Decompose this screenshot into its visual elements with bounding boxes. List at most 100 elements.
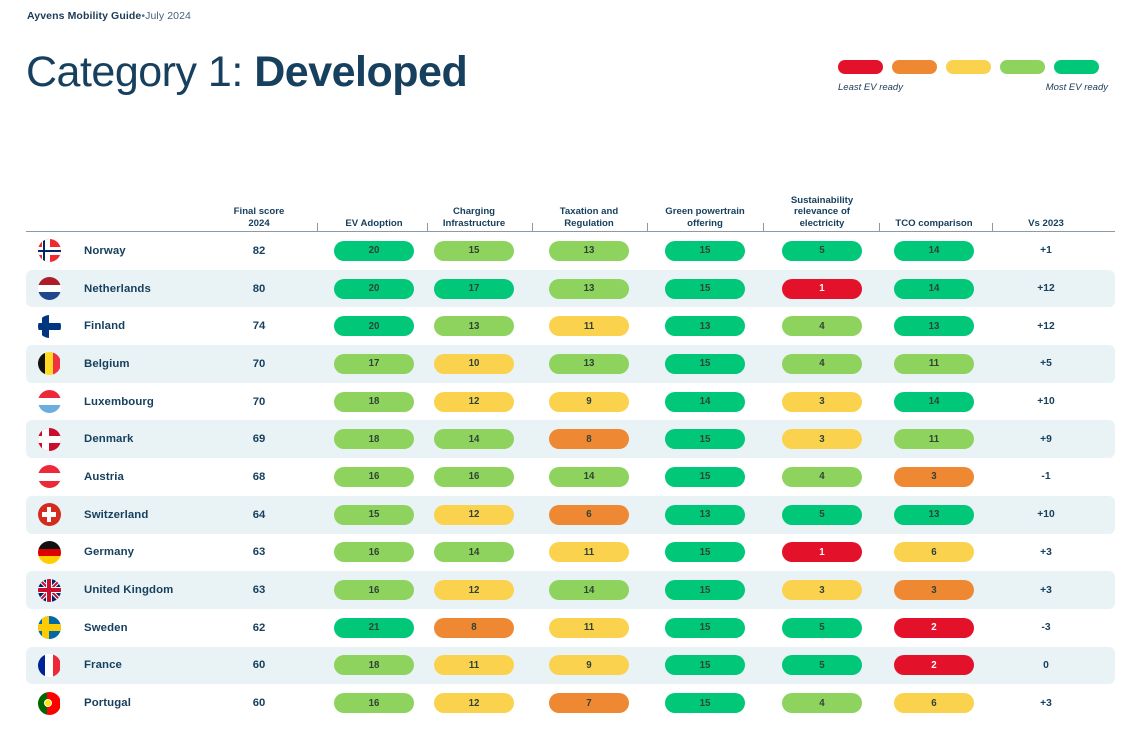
vs-2023-value: +10 (1037, 509, 1055, 521)
score-pill: 14 (549, 466, 629, 487)
score-cell-tco: 11 (884, 345, 984, 383)
table-row[interactable]: Sweden 62 21 8 11 15 5 2 -3 (26, 609, 1115, 647)
flag-band-mid (37, 548, 61, 557)
score-cell-green_powertrain: 13 (655, 307, 755, 345)
country-name: France (84, 659, 122, 672)
score-pill: 13 (549, 353, 629, 374)
score-pill: 15 (665, 580, 745, 601)
score-cell-charging: 12 (424, 383, 524, 421)
score-pill: 14 (894, 278, 974, 299)
score-pill: 4 (782, 316, 862, 337)
score-pill: 17 (334, 353, 414, 374)
score-pill: 13 (894, 316, 974, 337)
flag-icon-no (37, 239, 61, 263)
score-cell-sustainability: 4 (772, 458, 872, 496)
vs-2023-value: +5 (1040, 358, 1052, 370)
flag-band-bottom (37, 405, 61, 414)
legend: Least EV ready Most EV ready (838, 60, 1108, 93)
score-cell-sustainability: 3 (772, 420, 872, 458)
flag-icon-dk (37, 427, 61, 451)
flag-icon-fr (37, 653, 61, 677)
column-divider-tick-4 (763, 223, 764, 231)
score-cell-green_powertrain: 15 (655, 647, 755, 685)
final-score-value: 70 (252, 357, 266, 370)
flag-cross-h (37, 436, 61, 443)
table-row[interactable]: Denmark 69 18 14 8 15 3 11 +9 (26, 420, 1115, 459)
table-row[interactable]: Austria 68 16 16 14 15 4 3 -1 (26, 458, 1115, 496)
country-flag-cell (34, 345, 64, 383)
score-cell-sustainability: 5 (772, 496, 872, 534)
flag-band-bottom (37, 480, 61, 489)
score-pill: 13 (549, 278, 629, 299)
table-row[interactable]: United Kingdom 63 16 12 14 15 3 3 +3 (26, 571, 1115, 609)
table-row[interactable]: Netherlands 80 20 17 13 15 1 14 +12 (26, 269, 1115, 308)
table-row[interactable]: Switzerland 64 15 12 6 13 5 13 +10 (26, 495, 1115, 534)
country-name: Netherlands (84, 282, 151, 295)
score-pill: 11 (894, 429, 974, 450)
score-pill: 4 (782, 353, 862, 374)
flag-icon-se (37, 616, 61, 640)
flag-band-top (37, 540, 61, 549)
score-pill: 16 (334, 542, 414, 563)
score-pill: 16 (334, 693, 414, 714)
column-header-line: Sustainability (790, 194, 854, 206)
score-pill: 12 (434, 391, 514, 412)
vs-2023-value: +10 (1037, 396, 1055, 408)
country-flag-cell (34, 496, 64, 534)
score-pill: 15 (665, 353, 745, 374)
table-row[interactable]: Belgium 70 17 10 13 15 4 11 +5 (26, 345, 1115, 383)
column-divider-tick-2 (532, 223, 533, 231)
score-pill: 6 (894, 693, 974, 714)
score-cell-taxation: 14 (539, 458, 639, 496)
score-cell-ev_adoption: 15 (324, 496, 424, 534)
score-cell-charging: 12 (424, 684, 524, 722)
score-pill: 14 (894, 240, 974, 261)
score-pill: 15 (665, 655, 745, 676)
score-cell-charging: 17 (424, 270, 524, 308)
final-score-value: 63 (252, 584, 266, 597)
flag-band-mid (45, 352, 53, 376)
score-cell-green_powertrain: 15 (655, 232, 755, 270)
score-cell-green_powertrain: 15 (655, 534, 755, 572)
score-cell-sustainability: 5 (772, 647, 872, 685)
score-pill: 16 (334, 466, 414, 487)
table-row[interactable]: Germany 63 16 14 11 15 1 6 +3 (26, 534, 1115, 572)
table-row[interactable]: Finland 74 20 13 11 13 4 13 +12 (26, 307, 1115, 345)
score-cell-ev_adoption: 18 (324, 383, 424, 421)
score-pill: 5 (782, 504, 862, 525)
table-row[interactable]: France 60 18 11 9 15 5 2 0 (26, 646, 1115, 685)
score-cell-taxation: 13 (539, 232, 639, 270)
score-cell-sustainability: 4 (772, 307, 872, 345)
table-header: Final score 2024 EV Adoption Charging Infras… (26, 188, 1115, 232)
country-flag-cell (34, 647, 64, 685)
table-row[interactable]: Norway 82 20 15 13 15 5 14 +1 (26, 232, 1115, 270)
table-row[interactable]: Luxembourg 70 18 12 9 14 3 14 +10 (26, 383, 1115, 421)
flag-band-right (52, 352, 61, 376)
score-pill: 12 (434, 580, 514, 601)
legend-label-most: Most EV ready (1045, 82, 1108, 93)
score-pill: 4 (782, 693, 862, 714)
score-pill: 9 (549, 391, 629, 412)
country-name: Denmark (84, 433, 134, 446)
flag-band-bottom (37, 556, 61, 564)
final-score-value: 80 (252, 282, 266, 295)
score-pill: 15 (665, 240, 745, 261)
country-name: Belgium (84, 357, 130, 370)
country-flag-cell (34, 270, 64, 308)
score-cell-taxation: 6 (539, 496, 639, 534)
kicker-date: July 2024 (145, 10, 191, 22)
flag-icon-lu (37, 390, 61, 414)
flag-band-mid (37, 473, 61, 481)
score-cell-charging: 14 (424, 534, 524, 572)
score-pill: 16 (334, 580, 414, 601)
score-cell-ev_adoption: 16 (324, 458, 424, 496)
country-name: Luxembourg (84, 395, 154, 408)
table-row[interactable]: Portugal 60 16 12 7 15 4 6 +3 (26, 684, 1115, 722)
country-flag-cell (34, 458, 64, 496)
score-cell-tco: 6 (884, 684, 984, 722)
legend-swatch-1 (892, 60, 937, 74)
score-pill: 16 (434, 466, 514, 487)
score-pill: 20 (334, 316, 414, 337)
brand-name: Ayvens Mobility Guide (27, 10, 142, 22)
score-cell-charging: 14 (424, 420, 524, 458)
